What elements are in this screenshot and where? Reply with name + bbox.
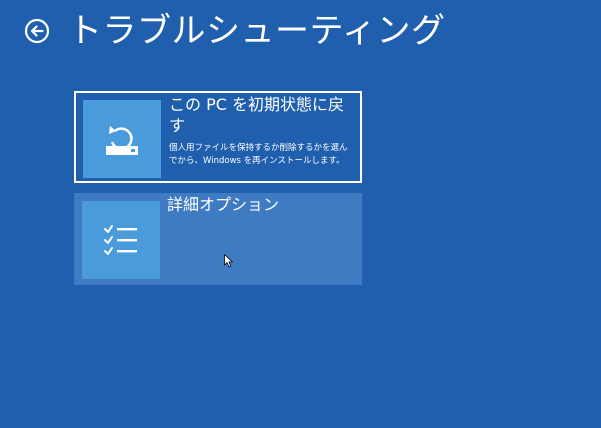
reset-pc-description: 個人用ファイルを保持するか削除するかを選んでから、Windows を再インストー… xyxy=(169,143,348,166)
advanced-options-option[interactable]: 詳細オプション xyxy=(74,193,362,285)
header: トラブルシューティング xyxy=(24,14,445,48)
advanced-options-title: 詳細オプション xyxy=(167,195,280,214)
reset-pc-icon xyxy=(83,100,161,178)
checklist-icon xyxy=(82,201,160,279)
back-arrow-icon[interactable] xyxy=(24,18,50,44)
reset-pc-title: この PC を初期状態に戻す xyxy=(169,95,344,135)
advanced-options-text: 詳細オプション xyxy=(167,194,356,215)
reset-pc-option[interactable]: この PC を初期状態に戻す 個人用ファイルを保持するか削除するかを選んでから、… xyxy=(74,91,362,183)
mouse-pointer-icon xyxy=(224,254,233,268)
page-title: トラブルシューティング xyxy=(68,11,446,51)
reset-pc-text: この PC を初期状態に戻す 個人用ファイルを保持するか削除するかを選んでから、… xyxy=(169,94,354,168)
